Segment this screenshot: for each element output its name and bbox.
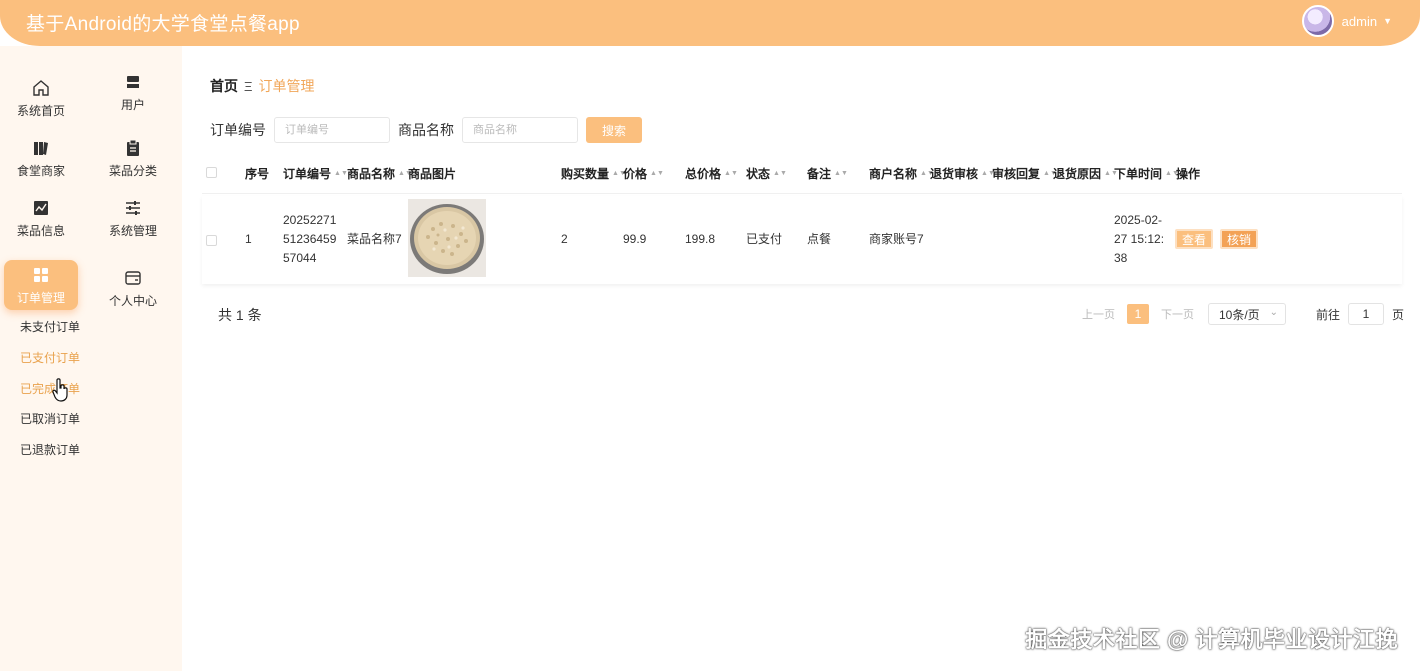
- sidebar-item-canteen-merchant[interactable]: 食堂商家: [3, 132, 79, 184]
- page-number-current[interactable]: 1: [1127, 304, 1149, 324]
- sidebar-item-order-management[interactable]: 订单管理: [4, 260, 78, 310]
- column-header: 操作: [1176, 167, 1201, 181]
- next-page-button[interactable]: 下一页: [1161, 306, 1194, 322]
- column-header[interactable]: 退货审核 ▲▼: [930, 165, 995, 182]
- order-no-input[interactable]: [274, 117, 390, 143]
- cell-index: 1: [245, 232, 252, 246]
- user-icon: [123, 72, 143, 92]
- select-all-checkbox[interactable]: [206, 167, 217, 178]
- column-header[interactable]: 订单编号 ▲▼: [283, 165, 348, 182]
- user-name[interactable]: admin: [1342, 14, 1377, 29]
- pagination: 上一页 1 下一页 10条/页 ⌄ 前往 1 页: [1082, 303, 1404, 325]
- submenu-cancelled-orders[interactable]: 已取消订单: [20, 410, 80, 427]
- product-name-label: 商品名称: [398, 122, 454, 138]
- sidebar-item-system-management[interactable]: 系统管理: [95, 192, 171, 244]
- cell-total-price: 199.8: [685, 232, 716, 246]
- sort-icon: ▲▼: [773, 169, 787, 177]
- cell-product-name: 菜品名称7: [347, 232, 402, 246]
- breadcrumb-current: 订单管理: [258, 78, 315, 94]
- cell-quantity: 2: [561, 232, 568, 246]
- goto-suffix: 页: [1392, 307, 1405, 322]
- sort-icon: ▲▼: [834, 169, 848, 177]
- product-name-input[interactable]: [462, 117, 578, 143]
- submenu-completed-orders[interactable]: 已完成订单: [20, 380, 80, 397]
- search-form: 订单编号 商品名称 搜索: [210, 116, 642, 144]
- sliders-icon: [123, 198, 143, 218]
- column-header[interactable]: 价格 ▲▼: [623, 165, 664, 182]
- breadcrumb-home[interactable]: 首页: [210, 76, 238, 96]
- sidebar-item-label: 个人中心: [108, 293, 157, 308]
- sidebar-item-label: 用户: [120, 97, 145, 112]
- table-header: 序号 订单编号 ▲▼ 商品名称 ▲▼ 商品图片 购买数量 ▲▼ 价格 ▲▼ 总价格 ▲▼ …: [202, 150, 1402, 194]
- column-header: 序号: [245, 167, 270, 181]
- cell-price: 99.9: [623, 232, 647, 246]
- column-header[interactable]: 商品名称 ▲▼: [347, 165, 412, 182]
- submenu-paid-orders[interactable]: 已支付订单: [20, 349, 80, 366]
- column-header[interactable]: 退货原因 ▲▼: [1053, 165, 1118, 182]
- top-header-bar: 基于Android的大学食堂点餐app admin ▼: [0, 0, 1420, 46]
- page-size-select[interactable]: 10条/页 ⌄: [1208, 303, 1286, 325]
- sidebar-item-label: 菜品分类: [108, 163, 157, 178]
- sidebar-item-dish-info[interactable]: 菜品信息: [3, 192, 79, 244]
- card-icon: [123, 268, 143, 288]
- cell-status: 已支付: [746, 232, 783, 246]
- sidebar-item-label: 系统管理: [108, 223, 157, 238]
- sidebar-item-home[interactable]: 系统首页: [3, 72, 79, 124]
- column-header: 商品图片: [408, 167, 457, 181]
- column-header[interactable]: 状态 ▲▼: [746, 165, 787, 182]
- home-icon: [31, 78, 51, 98]
- sort-icon: ▲▼: [724, 169, 738, 177]
- sidebar-item-personal-center[interactable]: 个人中心: [95, 262, 171, 314]
- chevron-down-icon[interactable]: ▼: [1383, 16, 1392, 26]
- orders-table: 序号 订单编号 ▲▼ 商品名称 ▲▼ 商品图片 购买数量 ▲▼ 价格 ▲▼ 总价格 ▲▼ …: [202, 150, 1402, 286]
- view-button[interactable]: 查看: [1175, 229, 1214, 249]
- sidebar-item-label: 菜品信息: [16, 223, 65, 238]
- goto-label: 前往: [1316, 307, 1341, 322]
- total-count: 共 1 条: [218, 307, 262, 323]
- column-header[interactable]: 下单时间 ▲▼: [1114, 165, 1179, 182]
- submenu-unpaid-orders[interactable]: 未支付订单: [20, 318, 80, 335]
- cell-merchant: 商家账号7: [869, 232, 924, 246]
- sort-icon: ▲▼: [650, 169, 664, 177]
- watermark-text: 掘金技术社区 @ 计算机毕业设计江挽: [1025, 627, 1398, 652]
- sort-icon: ▲▼: [334, 169, 348, 177]
- chevron-down-icon: ⌄: [1269, 307, 1278, 318]
- submenu-refunded-orders[interactable]: 已退款订单: [20, 441, 80, 458]
- column-header[interactable]: 审核回复 ▲▼: [992, 165, 1057, 182]
- table-row: 1 20252271 51236459 57044 菜品名称7 2 99.9 1…: [202, 196, 1402, 284]
- product-image: [408, 199, 486, 277]
- user-menu[interactable]: admin ▼: [1301, 4, 1392, 38]
- cell-order-no: 20252271 51236459 57044: [283, 213, 337, 265]
- column-header[interactable]: 商户名称 ▲▼: [869, 165, 934, 182]
- column-header[interactable]: 总价格 ▲▼: [685, 165, 738, 182]
- breadcrumb: 首页 Ξ 订单管理: [210, 76, 314, 96]
- order-no-label: 订单编号: [210, 122, 266, 138]
- row-checkbox[interactable]: [206, 235, 217, 246]
- breadcrumb-separator: Ξ: [244, 78, 253, 94]
- prev-page-button[interactable]: 上一页: [1082, 306, 1115, 322]
- chart-icon: [31, 198, 51, 218]
- hand-cursor-icon: [52, 378, 70, 408]
- shop-icon: [31, 138, 51, 158]
- sidebar-item-user[interactable]: 用户: [95, 66, 171, 118]
- sidebar-item-label: 订单管理: [16, 290, 65, 305]
- column-header[interactable]: 备注 ▲▼: [807, 165, 848, 182]
- cell-order-time: 2025-02- 27 15:12: 38: [1114, 213, 1165, 265]
- verify-button[interactable]: 核销: [1220, 229, 1259, 249]
- app-title: 基于Android的大学食堂点餐app: [26, 14, 300, 35]
- sidebar: 系统首页 用户 食堂商家 菜品分类 菜品信息 系统管理 订单管理 个人中心 未支…: [0, 46, 182, 671]
- column-header[interactable]: 购买数量 ▲▼: [561, 165, 626, 182]
- user-avatar[interactable]: [1301, 5, 1334, 37]
- sidebar-item-label: 系统首页: [16, 103, 65, 118]
- grid-icon: [31, 265, 51, 285]
- clipboard-icon: [123, 138, 143, 158]
- goto-page-input[interactable]: 1: [1348, 303, 1385, 325]
- sidebar-item-dish-category[interactable]: 菜品分类: [95, 132, 171, 184]
- sidebar-item-label: 食堂商家: [16, 163, 65, 178]
- cell-remark: 点餐: [807, 232, 832, 246]
- search-button[interactable]: 搜索: [586, 117, 642, 143]
